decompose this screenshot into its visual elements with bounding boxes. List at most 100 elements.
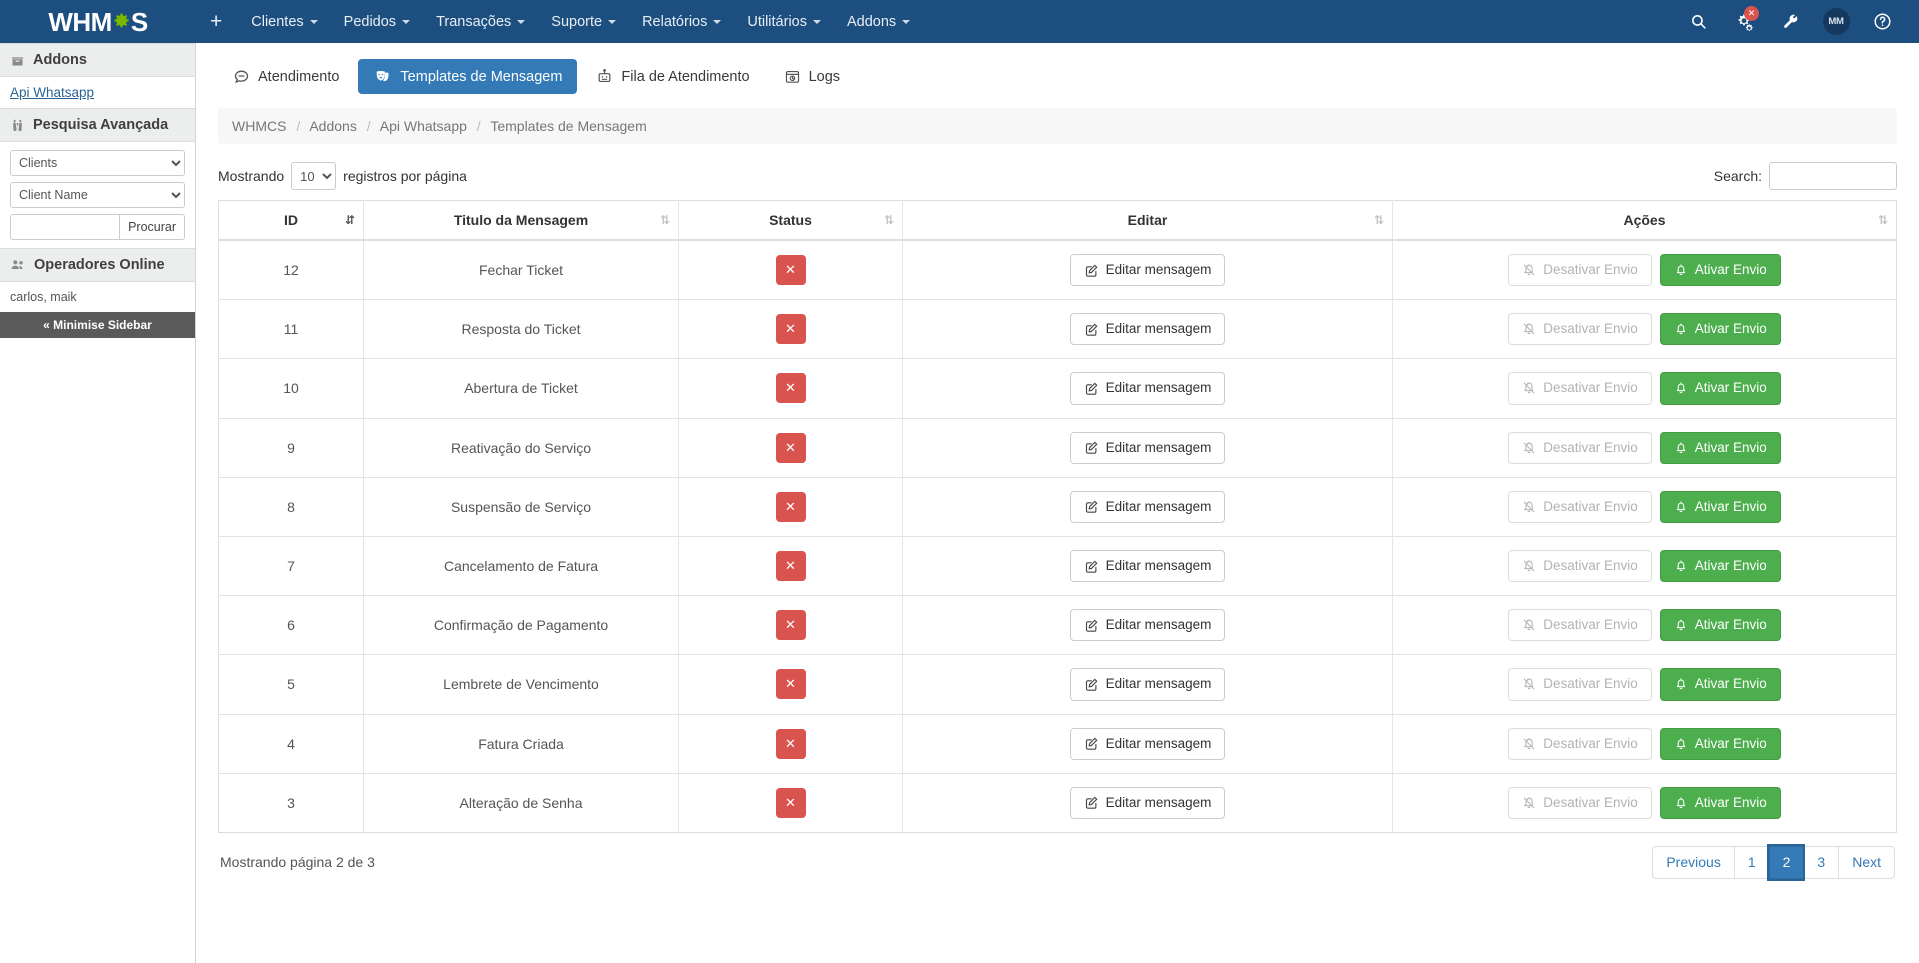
status-badge-inactive[interactable]: ✕ — [775, 432, 806, 463]
bell-icon — [1674, 322, 1688, 336]
cell-edit: Editar mensagem — [902, 239, 1393, 300]
edit-message-button[interactable]: Editar mensagem — [1069, 313, 1226, 346]
edit-message-button[interactable]: Editar mensagem — [1069, 786, 1226, 819]
enable-send-button[interactable]: Ativar Envio — [1659, 786, 1781, 819]
cell-actions: Desativar Envio Ativar Envio — [1392, 476, 1897, 537]
nav-item-relatorios[interactable]: Relatórios — [629, 0, 734, 43]
search-icon[interactable] — [1675, 0, 1721, 43]
breadcrumb-item-whmcs[interactable]: WHMCS — [232, 118, 286, 134]
brand-text: WHM S — [48, 9, 148, 35]
sort-icon: ⇅ — [659, 213, 670, 227]
tab-templates-de-mensagem[interactable]: Templates de Mensagem — [358, 59, 578, 94]
status-badge-inactive[interactable]: ✕ — [775, 610, 806, 641]
whmcs-logo[interactable]: WHM S — [0, 0, 196, 43]
status-badge-inactive[interactable]: ✕ — [775, 314, 806, 345]
tab-logs[interactable]: Logs — [769, 59, 855, 94]
sidebar-search-input[interactable] — [10, 214, 120, 240]
cell-id: 5 — [218, 654, 364, 714]
edit-message-button[interactable]: Editar mensagem — [1069, 549, 1226, 583]
enable-send-button[interactable]: Ativar Envio — [1659, 372, 1781, 405]
tab-atendimento[interactable]: Atendimento — [218, 59, 354, 94]
status-badge-inactive[interactable]: ✕ — [775, 669, 806, 700]
bell-icon — [1674, 677, 1688, 691]
table-search-input[interactable] — [1769, 162, 1897, 190]
table-row: 12 Fechar Ticket ✕ Editar mensagem Desativar… — [218, 239, 1897, 300]
status-badge-inactive[interactable]: ✕ — [775, 728, 806, 759]
nav-item-pedidos[interactable]: Pedidos — [331, 0, 423, 43]
status-badge-inactive[interactable]: ✕ — [775, 551, 806, 582]
cell-actions: Desativar Envio Ativar Envio — [1392, 299, 1897, 359]
pagination-next[interactable]: Next — [1838, 845, 1895, 879]
bell-slash-icon — [1522, 441, 1536, 455]
pagination-page-1[interactable]: 1 — [1733, 845, 1769, 879]
column-header-titulo[interactable]: Titulo da Mensagem ⇅ — [363, 200, 679, 241]
table-search-control: Search: — [1714, 162, 1897, 190]
edit-message-button[interactable]: Editar mensagem — [1069, 609, 1226, 642]
enable-send-button[interactable]: Ativar Envio — [1659, 549, 1781, 583]
wrench-icon[interactable] — [1767, 0, 1813, 43]
minimise-sidebar-button[interactable]: « Minimise Sidebar — [0, 312, 195, 338]
nav-item-addons[interactable]: Addons — [834, 0, 923, 43]
enable-send-button[interactable]: Ativar Envio — [1659, 254, 1781, 287]
breadcrumb-item-api-whatsapp[interactable]: Api Whatsapp — [380, 118, 467, 134]
edit-message-button[interactable]: Editar mensagem — [1069, 372, 1226, 405]
pagination-page-2[interactable]: 2 — [1768, 845, 1804, 879]
enable-send-button[interactable]: Ativar Envio — [1659, 727, 1781, 760]
sidebar-item-api-whatsapp[interactable]: Api Whatsapp — [10, 85, 185, 100]
search-field-select[interactable]: Client Name — [10, 182, 185, 208]
quick-add-button[interactable]: + — [196, 0, 238, 43]
edit-message-button[interactable]: Editar mensagem — [1069, 431, 1226, 464]
status-badge-inactive[interactable]: ✕ — [775, 491, 806, 522]
edit-message-button[interactable]: Editar mensagem — [1069, 490, 1226, 523]
page-length-suffix-label: registros por página — [343, 168, 467, 184]
page-length-select[interactable]: 10 — [291, 162, 337, 190]
edit-message-button[interactable]: Editar mensagem — [1069, 254, 1226, 287]
column-header-editar[interactable]: Editar ⇅ — [902, 200, 1393, 241]
column-header-status[interactable]: Status ⇅ — [678, 200, 903, 241]
status-badge-inactive[interactable]: ✕ — [775, 255, 806, 286]
edit-message-label: Editar mensagem — [1105, 498, 1212, 514]
cell-title: Confirmação de Pagamento — [363, 595, 679, 655]
bell-slash-icon — [1522, 677, 1536, 691]
sidebar-search-button[interactable]: Procurar — [119, 214, 185, 240]
help-circle-icon[interactable] — [1859, 0, 1905, 43]
edit-message-button[interactable]: Editar mensagem — [1069, 668, 1226, 701]
actions-group: Desativar Envio Ativar Envio — [1405, 254, 1884, 287]
enable-send-button[interactable]: Ativar Envio — [1659, 490, 1781, 523]
cell-status: ✕ — [678, 358, 903, 419]
enable-send-label: Ativar Envio — [1694, 617, 1767, 633]
pagination-previous[interactable]: Previous — [1652, 845, 1734, 879]
nav-item-utilitarios[interactable]: Utilitários — [734, 0, 834, 43]
disable-send-button: Desativar Envio — [1508, 668, 1652, 701]
status-badge-inactive[interactable]: ✕ — [775, 373, 806, 404]
status-badge-inactive[interactable]: ✕ — [775, 787, 806, 818]
search-type-select[interactable]: Clients — [10, 150, 185, 176]
enable-send-button[interactable]: Ativar Envio — [1659, 668, 1781, 701]
bell-icon — [1674, 618, 1688, 632]
enable-send-button[interactable]: Ativar Envio — [1659, 431, 1781, 464]
column-header-acoes[interactable]: Ações ⇅ — [1392, 200, 1897, 241]
table-row: 3 Alteração de Senha ✕ Editar mensagem Desat… — [218, 772, 1897, 833]
nav-item-clientes[interactable]: Clientes — [238, 0, 330, 43]
tab-fila-de-atendimento[interactable]: Fila de Atendimento — [581, 59, 764, 94]
enable-send-button[interactable]: Ativar Envio — [1659, 313, 1781, 346]
disable-send-label: Desativar Envio — [1543, 735, 1638, 751]
breadcrumb-item-addons[interactable]: Addons — [309, 118, 356, 134]
gears-icon[interactable]: ✕ — [1721, 0, 1767, 43]
column-label: Status — [769, 212, 812, 228]
page-length-control: Mostrando 10 registros por página — [218, 162, 467, 190]
column-header-id[interactable]: ID ⇵ — [218, 200, 364, 241]
actions-group: Desativar Envio Ativar Envio — [1405, 727, 1884, 760]
bell-slash-icon — [1522, 796, 1536, 810]
nav-item-suporte[interactable]: Suporte — [538, 0, 629, 43]
nav-item-transacoes[interactable]: Transações — [423, 0, 538, 43]
user-avatar[interactable]: MM — [1813, 0, 1859, 43]
cell-id: 7 — [218, 535, 364, 596]
enable-send-button[interactable]: Ativar Envio — [1659, 609, 1781, 642]
edit-message-button[interactable]: Editar mensagem — [1069, 727, 1226, 760]
disable-send-button: Desativar Envio — [1508, 490, 1652, 523]
bell-icon — [1674, 796, 1688, 810]
pagination-page-3[interactable]: 3 — [1803, 845, 1839, 879]
templates-table: ID ⇵ Titulo da Mensagem ⇅ Status ⇅ Edita… — [218, 200, 1897, 833]
cell-actions: Desativar Envio Ativar Envio — [1392, 358, 1897, 419]
